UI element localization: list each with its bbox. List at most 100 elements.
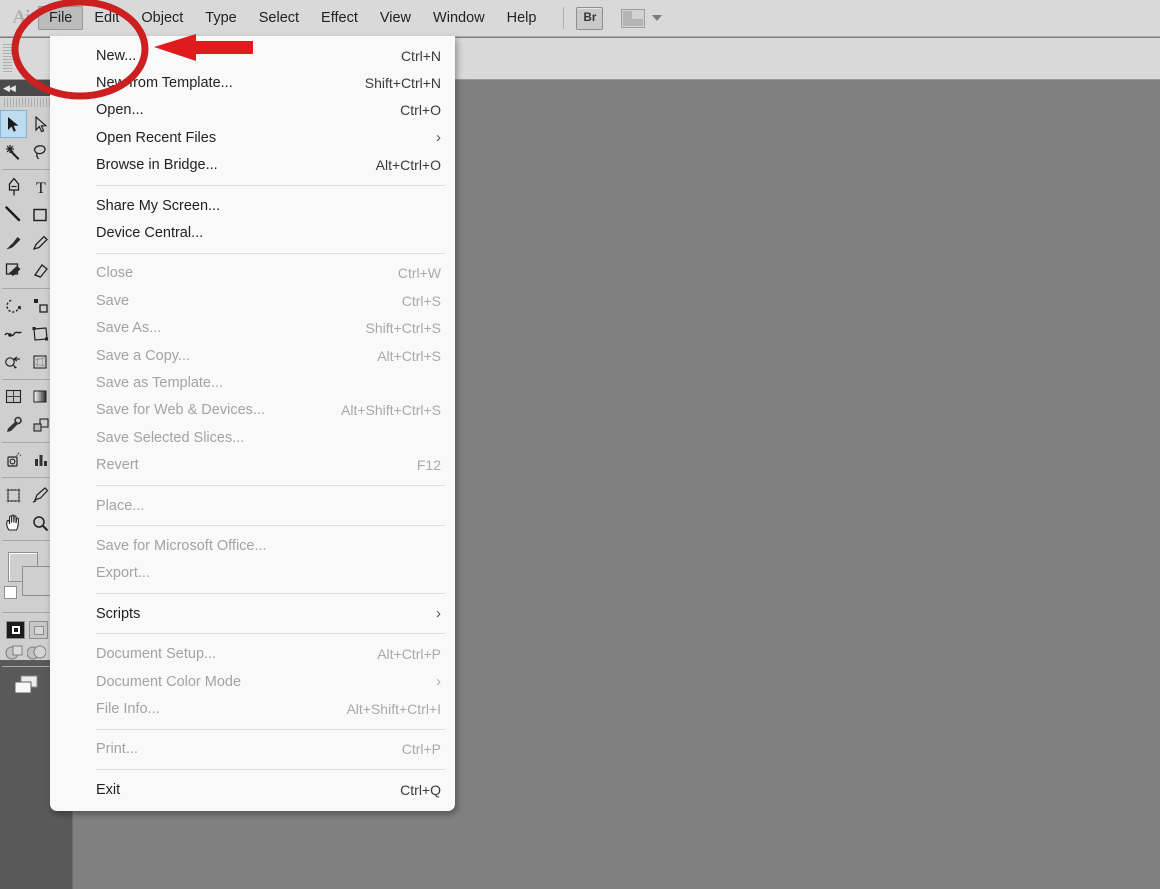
menu-separator <box>96 593 445 595</box>
menu-item-document-color-mode: Document Color Mode › <box>50 668 455 695</box>
screen-mode-full[interactable] <box>26 644 47 661</box>
menu-item-save-a-copy: Save a Copy... Alt+Ctrl+S <box>50 342 455 369</box>
menu-item-scripts[interactable]: Scripts › <box>50 600 455 627</box>
magic-wand-tool[interactable] <box>0 138 27 166</box>
menu-item-place: Place... <box>50 492 455 519</box>
menu-item-label: Exit <box>96 781 121 798</box>
menu-edit[interactable]: Edit <box>83 6 130 30</box>
menu-item-label: Save Selected Slices... <box>96 429 245 446</box>
fill-stroke-swatches <box>0 550 54 608</box>
artboard-tool[interactable] <box>0 481 27 509</box>
menu-item-label: Place... <box>96 497 145 514</box>
menu-item-shortcut: Alt+Ctrl+P <box>377 646 441 663</box>
chevron-down-icon[interactable] <box>652 15 663 21</box>
draw-behind-mode[interactable] <box>29 621 48 639</box>
default-fill-stroke-icon[interactable] <box>4 586 17 599</box>
menu-item-file-info: File Info... Alt+Shift+Ctrl+I <box>50 695 455 722</box>
tool-separator <box>2 442 52 443</box>
control-bar-grip[interactable] <box>3 44 12 74</box>
rotate-tool[interactable] <box>0 292 27 320</box>
menu-effect[interactable]: Effect <box>310 6 369 30</box>
menu-item-label: Revert <box>96 457 139 474</box>
menu-item-label: Open... <box>96 102 144 119</box>
menu-item-label: New from Template... <box>96 75 233 92</box>
tools-panel: ◀◀ T <box>0 80 55 694</box>
menu-item-shortcut: Ctrl+S <box>401 292 441 309</box>
menu-view[interactable]: View <box>369 6 422 30</box>
selection-tool[interactable] <box>0 110 27 138</box>
menubar-divider <box>563 7 565 29</box>
menu-item-label: Scripts <box>96 605 141 622</box>
menu-help[interactable]: Help <box>496 6 548 30</box>
menu-item-shortcut: Alt+Shift+Ctrl+S <box>341 402 441 419</box>
menu-item-shortcut: Shift+Ctrl+S <box>365 320 441 337</box>
tools-panel-grip[interactable] <box>4 98 50 107</box>
screen-mode-normal[interactable] <box>5 644 24 661</box>
change-screen-mode-button[interactable] <box>0 669 54 701</box>
width-tool[interactable] <box>0 320 27 348</box>
pen-tool[interactable] <box>0 173 27 201</box>
menu-item-save-as: Save As... Shift+Ctrl+S <box>50 315 455 342</box>
menu-item-shortcut: Alt+Ctrl+S <box>377 347 441 364</box>
menu-item-label: Document Setup... <box>96 646 217 663</box>
menu-item-export: Export... <box>50 560 455 587</box>
blob-brush-tool[interactable] <box>0 257 27 285</box>
menu-item-label: Save <box>96 292 130 309</box>
chevron-right-icon: › <box>436 129 441 147</box>
menu-item-exit[interactable]: Exit Ctrl+Q <box>50 776 455 803</box>
menu-item-label: Close <box>96 265 134 282</box>
paintbrush-tool[interactable] <box>0 229 27 257</box>
menu-item-browse-in-bridge[interactable]: Browse in Bridge... Alt+Ctrl+O <box>50 152 455 179</box>
menu-item-shortcut: F12 <box>416 457 441 474</box>
chevron-right-icon: › <box>436 673 441 690</box>
bridge-icon[interactable]: Br <box>576 6 604 30</box>
menu-file[interactable]: File <box>38 6 84 30</box>
collapse-panel-icon[interactable]: ◀◀ <box>3 83 16 93</box>
menu-item-share-my-screen[interactable]: Share My Screen... <box>50 192 455 219</box>
file-menu-dropdown: New... Ctrl+N New from Template... Shift+Ct… <box>50 36 455 812</box>
menu-item-label: New... <box>96 47 137 64</box>
menu-select[interactable]: Select <box>248 6 310 30</box>
symbol-sprayer-tool[interactable] <box>0 446 27 474</box>
menu-object[interactable]: Object <box>130 6 194 30</box>
menu-separator <box>96 252 445 254</box>
menu-item-label: Browse in Bridge... <box>96 157 218 174</box>
hand-tool[interactable] <box>0 509 27 537</box>
menu-separator <box>96 525 445 527</box>
menu-item-shortcut: Alt+Ctrl+O <box>375 157 441 174</box>
menu-item-shortcut: Ctrl+W <box>397 265 441 282</box>
tool-separator <box>2 666 52 667</box>
menu-item-shortcut: Ctrl+P <box>401 741 441 758</box>
menu-window[interactable]: Window <box>422 6 496 30</box>
menu-item-new[interactable]: New... Ctrl+N <box>50 42 455 69</box>
draw-normal-mode[interactable] <box>6 621 25 639</box>
workspace-switcher[interactable] <box>621 8 663 28</box>
tool-separator <box>2 540 52 541</box>
menu-item-open[interactable]: Open... Ctrl+O <box>50 97 455 124</box>
menu-item-new-from-template[interactable]: New from Template... Shift+Ctrl+N <box>50 69 455 96</box>
menu-item-label: Save for Microsoft Office... <box>96 537 267 554</box>
shape-builder-tool[interactable] <box>0 348 27 376</box>
tool-separator <box>2 288 52 289</box>
menu-separator <box>96 184 445 186</box>
menu-item-device-central[interactable]: Device Central... <box>50 219 455 246</box>
menu-item-shortcut: Ctrl+O <box>400 102 441 119</box>
drawing-modes <box>0 617 54 639</box>
menu-separator <box>96 768 445 770</box>
menu-item-save-as-template: Save as Template... <box>50 369 455 396</box>
menu-item-shortcut: Ctrl+Q <box>400 781 441 798</box>
mesh-tool[interactable] <box>0 383 27 411</box>
tool-separator <box>2 379 52 380</box>
illustrator-window: ◀◀ T Ai File Edit Object Type Select Eff… <box>0 0 1160 889</box>
menu-item-save-for-microsoft-office: Save for Microsoft Office... <box>50 532 455 559</box>
menu-item-label: Save As... <box>96 320 162 337</box>
menu-item-open-recent-files[interactable]: Open Recent Files › <box>50 124 455 151</box>
stroke-swatch[interactable] <box>22 566 52 596</box>
eyedropper-tool[interactable] <box>0 411 27 439</box>
tools-panel-header[interactable]: ◀◀ <box>0 80 54 96</box>
menu-item-save-for-web-devices: Save for Web & Devices... Alt+Shift+Ctrl+… <box>50 397 455 424</box>
menu-item-label: Print... <box>96 741 138 758</box>
menu-type[interactable]: Type <box>194 6 247 30</box>
line-segment-tool[interactable] <box>0 201 27 229</box>
menu-item-label: Document Color Mode <box>96 673 242 690</box>
